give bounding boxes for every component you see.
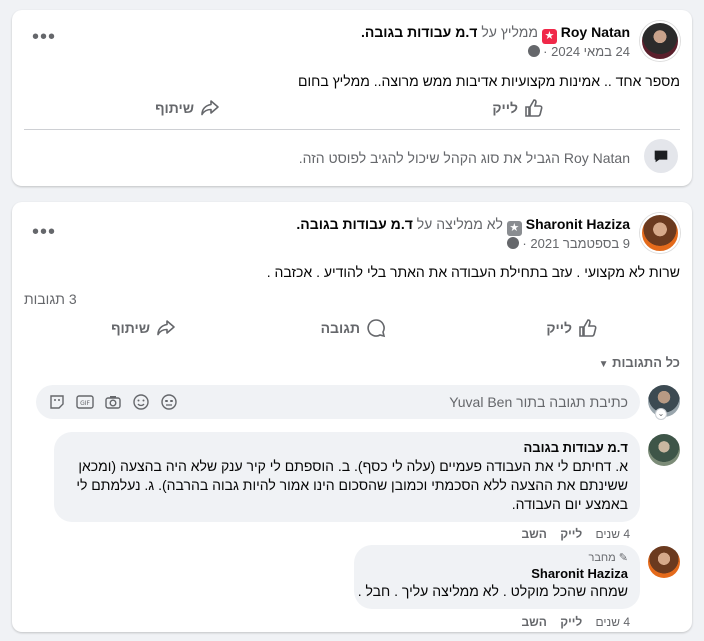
sticker-icon[interactable] <box>48 393 66 411</box>
avatar-sticker-icon[interactable] <box>160 393 178 411</box>
restricted-author: Roy Natan <box>563 150 630 166</box>
share-label: שיתוף <box>155 100 194 116</box>
comment-author[interactable]: ד.מ עבודות בגובה <box>66 440 628 455</box>
like-label: לייק <box>492 100 518 116</box>
post-meta: 24 במאי 2024 · <box>527 44 630 59</box>
page-name-link[interactable]: ד.מ עבודות בגובה <box>365 24 478 40</box>
review-post-card: Roy Natan ★ ממליץ על ד.מ עבודות בגובה. 2… <box>12 10 692 186</box>
share-icon <box>157 320 175 336</box>
post-header: Roy Natan ★ ממליץ על ד.מ עבודות בגובה. <box>360 24 630 44</box>
comment-actions: 4 שנים לייק השב <box>521 527 630 541</box>
comment-input[interactable]: כתיבת תגובה בתור Yuval Ben GIF <box>36 385 640 419</box>
review-post-card: Sharonit Haziza ★ לא ממליצה על ד.מ עבודו… <box>12 202 692 632</box>
comment-like-button[interactable]: לייק <box>560 615 582 629</box>
commenter-avatar[interactable] <box>648 546 680 578</box>
all-comments-filter[interactable]: כל התגובות ▼ <box>599 355 680 370</box>
comment-icon <box>367 319 386 338</box>
recommend-star-icon: ★ <box>541 29 557 44</box>
comment-text: שמחה שהכל מוקלט . לא ממליצה עליך . חבל . <box>357 583 628 599</box>
share-button[interactable]: שיתוף <box>155 98 220 118</box>
pencil-icon: ✎ <box>618 552 628 564</box>
author-name[interactable]: Roy Natan <box>561 24 630 40</box>
post-body: שרות לא מקצועי . עזב בתחילת העבודה את הא… <box>266 264 680 280</box>
emoji-icon[interactable] <box>132 393 150 411</box>
all-comments-label: כל התגובות <box>612 355 680 370</box>
comment-text: א. דחיתם לי את העבודה פעמיים (עלה לי כסף… <box>76 458 628 512</box>
comment-like-button[interactable]: לייק <box>560 527 582 541</box>
author-name[interactable]: Sharonit Haziza <box>526 216 630 232</box>
comment-actions: 4 שנים לייק השב <box>521 615 630 629</box>
comment-time[interactable]: 4 שנים <box>596 615 630 629</box>
post-header: Sharonit Haziza ★ לא ממליצה על ד.מ עבודו… <box>296 216 630 236</box>
post-date[interactable]: 24 במאי 2024 <box>551 44 630 59</box>
restricted-text: הגביל את סוג הקהל שיכול להגיב לפוסט הזה. <box>298 150 560 166</box>
avatar[interactable] <box>640 21 680 61</box>
like-label: לייק <box>546 320 572 336</box>
comment-time[interactable]: 4 שנים <box>596 527 630 541</box>
globe-icon <box>527 45 540 57</box>
gif-icon[interactable]: GIF <box>76 393 94 411</box>
share-button[interactable]: שיתוף <box>111 318 176 338</box>
comment-restricted-icon <box>644 139 678 173</box>
restricted-notice: Roy Natan הגביל את סוג הקהל שיכול להגיב … <box>299 150 630 166</box>
author-badge: ✎ מחבר <box>366 551 628 564</box>
thumbs-up-icon <box>525 99 543 117</box>
share-icon <box>201 100 219 116</box>
share-label: שיתוף <box>111 320 150 336</box>
more-options-icon[interactable]: ••• <box>32 27 56 47</box>
like-button[interactable]: לייק <box>546 318 598 338</box>
camera-icon[interactable] <box>104 393 122 411</box>
comment-label: תגובה <box>320 320 360 336</box>
author-badge-label: מחבר <box>588 552 616 564</box>
svg-text:GIF: GIF <box>80 400 90 407</box>
comment-reply-button[interactable]: השב <box>521 615 546 629</box>
divider <box>24 129 680 130</box>
not-recommend-star-icon: ★ <box>506 221 522 236</box>
comment-bubble: ד.מ עבודות בגובה א. דחיתם לי את העבודה פ… <box>54 432 640 522</box>
recommend-text: לא ממליצה על <box>416 216 503 232</box>
commenter-avatar[interactable] <box>648 434 680 466</box>
comment-placeholder: כתיבת תגובה בתור Yuval Ben <box>449 394 628 410</box>
comment-author[interactable]: Sharonit Haziza <box>366 566 628 581</box>
globe-icon <box>506 237 519 249</box>
comments-count[interactable]: 3 תגובות <box>24 291 77 307</box>
avatar[interactable] <box>640 213 680 253</box>
comment-button[interactable]: תגובה <box>321 318 386 338</box>
composer-icons: GIF <box>48 393 178 411</box>
page-name-link[interactable]: ד.מ עבודות בגובה <box>300 216 413 232</box>
more-options-icon[interactable]: ••• <box>32 222 56 242</box>
thumbs-up-icon <box>579 319 597 337</box>
post-body: מספר אחד .. אמינות מקצועיות אדיבות ממש מ… <box>298 73 680 89</box>
like-button[interactable]: לייק <box>492 98 544 118</box>
chevron-down-icon: ▼ <box>598 359 609 370</box>
recommend-text: ממליץ על <box>481 24 538 40</box>
comment-bubble: ✎ מחבר Sharonit Haziza שמחה שהכל מוקלט .… <box>354 545 640 609</box>
chevron-down-icon[interactable]: ⌄ <box>655 408 667 420</box>
comment-reply-button[interactable]: השב <box>521 527 546 541</box>
post-date[interactable]: 9 בספטמבר 2021 <box>530 236 630 251</box>
post-meta: 9 בספטמבר 2021 · <box>506 236 630 251</box>
